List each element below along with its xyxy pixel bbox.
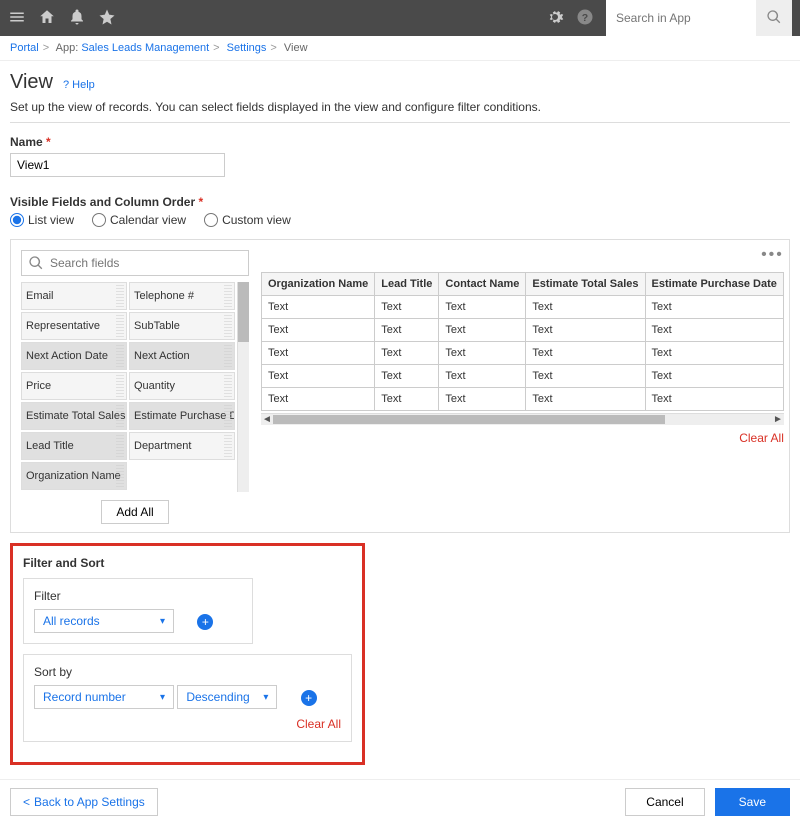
field-item[interactable]: Next Action Date — [21, 342, 127, 370]
sort-direction-dropdown[interactable]: Descending▾ — [177, 685, 277, 709]
table-row: TextTextTextTextText — [262, 365, 784, 388]
table-row: TextTextTextTextText — [262, 342, 784, 365]
bell-icon[interactable] — [68, 8, 86, 29]
column-header[interactable]: Estimate Total Sales — [526, 273, 645, 296]
filter-dropdown[interactable]: All records▾ — [34, 609, 174, 633]
help-link[interactable]: ? Help — [63, 79, 95, 91]
add-all-button[interactable]: Add All — [101, 500, 168, 524]
table-row: TextTextTextTextText — [262, 296, 784, 319]
breadcrumb-portal[interactable]: Portal — [10, 42, 39, 54]
field-item[interactable]: Next Action — [129, 342, 235, 370]
save-button[interactable]: Save — [715, 788, 790, 816]
preview-table: Organization NameLead TitleContact NameE… — [261, 272, 784, 411]
preview-scrollbar[interactable]: ◄► — [261, 413, 784, 425]
breadcrumb-settings[interactable]: Settings — [227, 42, 267, 54]
field-item[interactable]: Organization Name — [21, 462, 127, 490]
filter-label: Filter — [34, 589, 242, 603]
column-header[interactable]: Lead Title — [375, 273, 439, 296]
field-item[interactable]: Department — [129, 432, 235, 460]
menu-icon[interactable] — [8, 8, 26, 29]
field-item[interactable]: Representative — [21, 312, 127, 340]
sort-field-dropdown[interactable]: Record number▾ — [34, 685, 174, 709]
page-title: View — [10, 71, 53, 94]
sort-label: Sort by — [34, 665, 341, 679]
gear-icon[interactable] — [546, 8, 564, 29]
field-item[interactable]: Estimate Total Sales — [21, 402, 127, 430]
svg-text:?: ? — [582, 11, 588, 23]
clear-all-link[interactable]: Clear All — [261, 431, 784, 445]
column-header[interactable]: Contact Name — [439, 273, 526, 296]
fields-panel: EmailRepresentativeNext Action DatePrice… — [10, 239, 790, 533]
chevron-down-icon: ▾ — [160, 692, 165, 703]
radio-list-view[interactable]: List view — [10, 213, 74, 227]
radio-calendar-view[interactable]: Calendar view — [92, 213, 186, 227]
add-filter-button[interactable]: + — [197, 614, 213, 630]
cancel-button[interactable]: Cancel — [625, 788, 704, 816]
field-item[interactable]: Telephone # — [129, 282, 235, 310]
column-header[interactable]: Organization Name — [262, 273, 375, 296]
chevron-down-icon: ▾ — [263, 692, 268, 703]
breadcrumb: Portal> App: Sales Leads Management> Set… — [0, 36, 800, 61]
star-icon[interactable] — [98, 8, 116, 29]
field-item[interactable]: Lead Title — [21, 432, 127, 460]
home-icon[interactable] — [38, 8, 56, 29]
add-sort-button[interactable]: + — [301, 690, 317, 706]
table-row: TextTextTextTextText — [262, 388, 784, 411]
back-button[interactable]: <Back to App Settings — [10, 788, 158, 816]
search-fields-input[interactable] — [50, 256, 242, 270]
chevron-down-icon: ▾ — [160, 616, 165, 627]
top-bar: ? — [0, 0, 800, 36]
more-icon[interactable]: ••• — [761, 246, 784, 264]
search-icon — [28, 255, 44, 271]
field-item[interactable]: Price — [21, 372, 127, 400]
name-input[interactable] — [10, 153, 225, 177]
field-item[interactable]: SubTable — [129, 312, 235, 340]
filter-sort-heading: Filter and Sort — [23, 556, 352, 570]
column-header[interactable]: Estimate Purchase Date — [645, 273, 783, 296]
search-app-button[interactable] — [756, 0, 792, 36]
radio-custom-view[interactable]: Custom view — [204, 213, 291, 227]
help-icon[interactable]: ? — [576, 8, 594, 29]
name-label: Name — [10, 135, 43, 149]
field-list-scrollbar[interactable] — [237, 282, 249, 492]
filter-sort-section: Filter and Sort Filter All records▾ + So… — [10, 543, 365, 765]
field-item[interactable]: Quantity — [129, 372, 235, 400]
field-item[interactable]: Estimate Purchase D... — [129, 402, 235, 430]
field-item[interactable]: Email — [21, 282, 127, 310]
page-description: Set up the view of records. You can sele… — [10, 100, 790, 123]
visible-fields-label: Visible Fields and Column Order — [10, 195, 195, 209]
search-app — [606, 0, 792, 36]
table-row: TextTextTextTextText — [262, 319, 784, 342]
breadcrumb-app[interactable]: Sales Leads Management — [81, 42, 209, 54]
search-app-input[interactable] — [606, 0, 756, 36]
breadcrumb-current: View — [284, 42, 308, 54]
footer: <Back to App Settings Cancel Save — [0, 779, 800, 828]
clear-sort-link[interactable]: Clear All — [34, 717, 341, 731]
search-fields — [21, 250, 249, 276]
